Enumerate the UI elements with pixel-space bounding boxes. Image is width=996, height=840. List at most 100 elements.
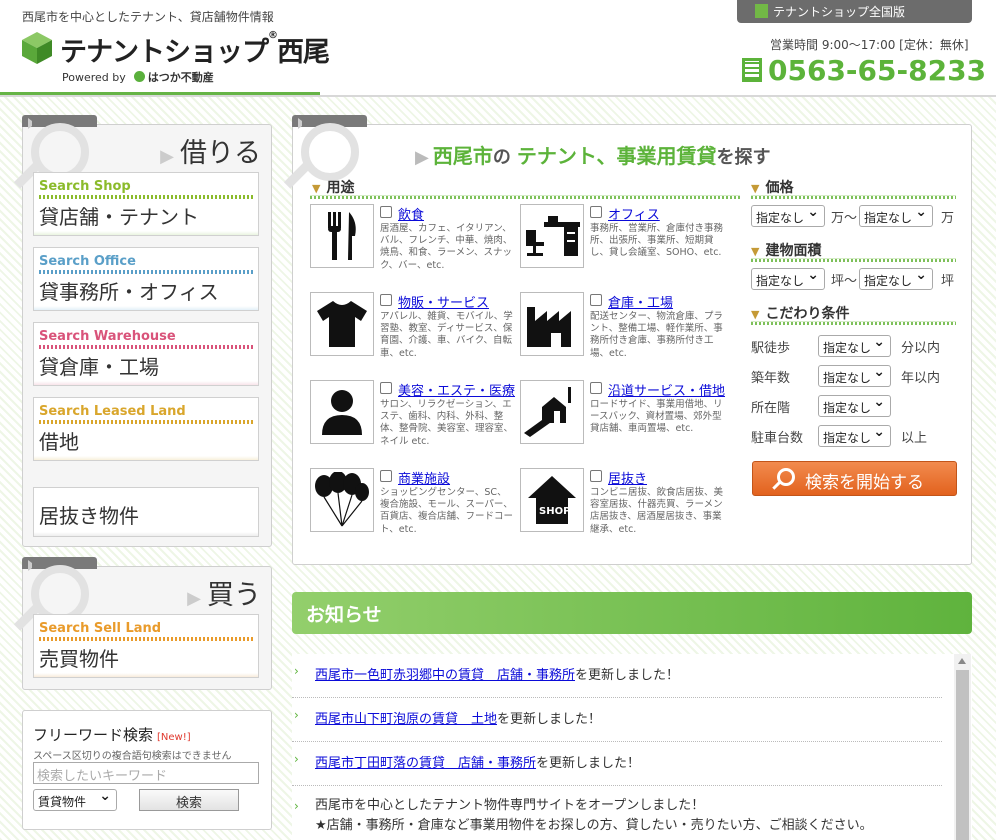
news-link[interactable]: 西尾市丁田町落の賃貸 店舗・事務所 (315, 756, 536, 771)
title-particle: の (492, 147, 511, 168)
start-search-button[interactable]: 検索を開始する (752, 461, 957, 496)
use-checkbox[interactable] (590, 470, 602, 482)
area-min-select[interactable]: 指定なし (751, 267, 825, 290)
site-header: 西尾市を中心としたテナント、貸店舗物件情報 テナントショップ®西尾 Powere… (0, 0, 996, 97)
title-city: 西尾市 (432, 144, 493, 168)
price-heading: ▼ 価格 (751, 177, 793, 197)
category-office[interactable]: Search Office 貸事務所・オフィス (33, 247, 259, 311)
news-item: › 西尾市丁田町落の賃貸 店舗・事務所を更新しました！ (292, 752, 942, 786)
use-checkbox[interactable] (590, 382, 602, 394)
divider (34, 456, 258, 460)
use-label[interactable]: 物販・サービス (398, 292, 489, 311)
use-description: 事務所、営業所、倉庫付き事務所、出張所、事業所、短期貸し、貸し会議室、SOHO、… (590, 223, 724, 259)
arrow-icon: ▶ (415, 147, 429, 168)
use-label[interactable]: 商業施設 (398, 468, 450, 487)
divider (310, 195, 740, 199)
use-checkbox[interactable] (590, 294, 602, 306)
chevron-right-icon: › (294, 664, 299, 678)
news-text: 西尾市を中心としたテナント物件専門サイトをオープンしました！ (315, 798, 705, 813)
category-shop[interactable]: Search Shop 貸店舗・テナント (33, 172, 259, 236)
use-office: オフィス 事務所、営業所、倉庫付き事務所、出張所、事業所、短期貸し、貸し会議室、… (520, 204, 723, 284)
station-walk-select[interactable]: 指定なし (818, 334, 891, 357)
chevron-right-icon: › (294, 708, 299, 722)
use-inuki: SHOP 居抜き コンビニ居抜、飲食店居抜、美容室居抜、什器売買、ラーメン店居抜… (520, 468, 723, 548)
use-checkbox[interactable] (590, 206, 602, 218)
price-heading-text: 価格 (765, 180, 794, 196)
scroll-up-icon[interactable] (958, 658, 966, 664)
use-label[interactable]: 倉庫・工場 (608, 292, 673, 311)
price-max-select[interactable]: 指定なし (859, 204, 933, 227)
category-jp-label: 居抜き物件 (39, 504, 139, 528)
news-link[interactable]: 西尾市一色町赤羽郷中の賃貸 店舗・事務所 (315, 668, 575, 683)
news-scrollbar[interactable] (954, 654, 971, 840)
company-name: はつか不動産 (147, 71, 214, 84)
nationwide-label: テナントショップ全国版 (773, 5, 906, 19)
area-unit-tilde: 坪～ (831, 274, 858, 289)
rent-title: 借りる (180, 138, 261, 169)
use-label[interactable]: オフィス (608, 204, 660, 223)
use-label[interactable]: 飲食 (398, 204, 424, 223)
condition-suffix: 年以内 (901, 371, 941, 386)
category-jp-label: 貸倉庫・工場 (39, 355, 159, 379)
triangle-icon: ▼ (751, 245, 760, 258)
condition-label: 築年数 (751, 371, 791, 386)
news-list: › 西尾市一色町赤羽郷中の賃貸 店舗・事務所を更新しました！ › 西尾市山下町泡原の… (292, 654, 972, 840)
category-inuki[interactable]: 居抜き物件 (33, 487, 259, 537)
freeword-title: フリーワード検索 [New!] (33, 724, 191, 745)
nationwide-site-button[interactable]: テナントショップ全国版 (737, 0, 972, 23)
triangle-icon: ▼ (312, 182, 321, 195)
site-logo[interactable]: テナントショップ®西尾 Powered by はつか不動産 (22, 30, 330, 87)
phone-text: 0563-65-8233 (768, 54, 987, 87)
phone-icon (742, 58, 762, 82)
category-warehouse[interactable]: Search Warehouse 貸倉庫・工場 (33, 322, 259, 386)
use-checkbox[interactable] (380, 294, 392, 306)
use-checkbox[interactable] (380, 382, 392, 394)
use-checkbox[interactable] (380, 206, 392, 218)
area-max-select[interactable]: 指定なし (859, 267, 933, 290)
arrow-icon: ▶ (160, 146, 174, 167)
conditions-heading-text: こだわり条件 (765, 306, 850, 322)
use-label[interactable]: 居抜き (608, 468, 647, 487)
buy-panel: ▶ 買う Search Sell Land 売買物件 (22, 557, 272, 690)
category-leased-land[interactable]: Search Leased Land 借地 (33, 397, 259, 461)
triangle-icon: ▼ (751, 182, 760, 195)
cube-logo-icon (22, 32, 52, 64)
news-text: ★店舗・事務所・倉庫など事業用物件をお探しの方、貸したい・売りたい方、ご相談くだ… (315, 818, 873, 833)
use-label[interactable]: 美容・エステ・医療 (398, 380, 515, 399)
scroll-thumb[interactable] (956, 670, 969, 840)
category-jp-label: 貸事務所・オフィス (39, 280, 219, 304)
buy-heading: ▶ 買う (187, 573, 261, 612)
category-en-label: Search Leased Land (39, 404, 186, 419)
use-commercial: 商業施設 ショッピングセンター、SC、複合施設、モール、スーパー、百貨店、複合店… (310, 468, 513, 548)
floor-select[interactable]: 指定なし (818, 394, 891, 417)
hatsuka-logo-icon (133, 71, 145, 82)
svg-text:SHOP: SHOP (539, 506, 570, 517)
triangle-icon: ▼ (751, 308, 760, 321)
factory-icon (520, 292, 584, 356)
parking-select[interactable]: 指定なし (818, 424, 891, 447)
freeword-search-button[interactable]: 検索 (139, 789, 239, 811)
tshirt-icon (310, 292, 374, 356)
magnifier-watermark-icon (301, 123, 359, 181)
category-en-label: Search Warehouse (39, 329, 176, 344)
divider (34, 306, 258, 310)
use-description: 居酒屋、カフェ、イタリアン、バル、フレンチ、中華、焼肉、焼鳥、和食、ラーメン、ス… (380, 223, 513, 271)
price-min-select[interactable]: 指定なし (751, 204, 825, 227)
phone-number[interactable]: 0563-65-8233 (742, 54, 986, 87)
logo-suffix-text: 西尾 (277, 37, 330, 68)
category-sell-land[interactable]: Search Sell Land 売買物件 (33, 614, 259, 678)
divider (39, 345, 253, 349)
news-link[interactable]: 西尾市山下町泡原の賃貸 土地 (315, 712, 497, 727)
logo-underline (0, 92, 320, 95)
use-description: コンビニ居抜、飲食店居抜、美容室居抜、什器売買、ラーメン店居抜き、居酒屋居抜き、… (590, 487, 724, 535)
shop-house-icon: SHOP (520, 468, 584, 532)
building-age-select[interactable]: 指定なし (818, 364, 891, 387)
freeword-type-select[interactable]: 賃貸物件 (33, 788, 117, 811)
freeword-input[interactable]: 検索したいキーワード (33, 762, 259, 784)
use-label[interactable]: 沿道サービス・借地 (608, 380, 725, 399)
powered-by: Powered by はつか不動産 (62, 69, 214, 85)
freeword-search-panel: フリーワード検索 [New!] スペース区切りの複合語句検索はできません 検索した… (22, 710, 272, 830)
news-text: を更新しました！ (575, 668, 680, 683)
use-checkbox[interactable] (380, 470, 392, 482)
title-verb: を探す (716, 147, 771, 168)
